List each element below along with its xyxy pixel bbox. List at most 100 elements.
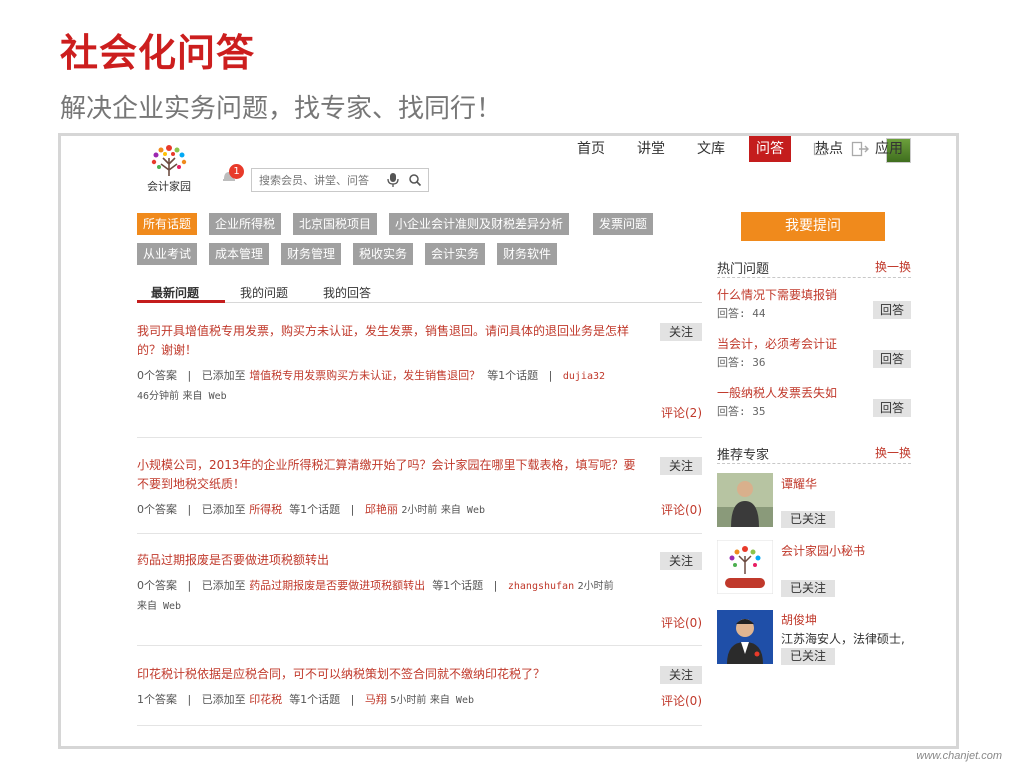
- notification-badge: 1: [229, 164, 244, 179]
- experts-heading: 推荐专家 换一换: [717, 444, 911, 463]
- followed-button[interactable]: 已关注: [781, 648, 835, 665]
- user-link[interactable]: zhangshufan: [508, 581, 574, 592]
- search-box: [251, 168, 429, 192]
- question-divider: [137, 533, 702, 534]
- expert-avatar[interactable]: [717, 473, 773, 527]
- question-meta: 0个答案 | 已添加至 药品过期报废是否要做进项税额转出 等1个话题 | zha…: [137, 579, 614, 612]
- hot-questions-heading: 热门问题 换一换: [717, 258, 911, 277]
- answer-count[interactable]: 0个答案: [137, 369, 177, 382]
- question-title[interactable]: 印花税计税依据是应税合同，可不可以纳税策划不签合同就不缴纳印花税了？: [137, 665, 642, 684]
- topic-link[interactable]: 药品过期报废是否要做进项税额转出: [249, 579, 425, 592]
- answer-button[interactable]: 回答: [873, 350, 911, 368]
- post-time: 2小时前: [577, 581, 614, 592]
- answer-button[interactable]: 回答: [873, 301, 911, 319]
- tag-financial-management[interactable]: 财务管理: [281, 243, 342, 265]
- hot-answer-count: 回答: 35: [717, 405, 766, 418]
- hot-questions-title: 热门问题: [717, 262, 770, 277]
- question-title[interactable]: 小规模公司，2013年的企业所得税汇算清缴开始了吗？会计家园在哪里下载表格，填写…: [137, 456, 642, 494]
- added-to-label: 已添加至: [201, 579, 246, 592]
- tag-qualification-exam[interactable]: 从业考试: [137, 243, 198, 265]
- post-source: 来自 Web: [137, 601, 182, 612]
- tag-corporate-income-tax[interactable]: 企业所得税: [209, 213, 282, 235]
- question-item: 小规模公司，2013年的企业所得税汇算清缴开始了吗？会计家园在哪里下载表格，填写…: [137, 456, 702, 520]
- expert-description: 江苏海安人，法律硕士,: [781, 632, 905, 646]
- search-icon[interactable]: [408, 173, 422, 187]
- hot-question-link[interactable]: 什么情况下需要填报销: [717, 286, 837, 303]
- follow-button[interactable]: 关注: [660, 323, 702, 341]
- comment-link[interactable]: 评论(2): [661, 404, 702, 421]
- comment-link[interactable]: 评论(0): [661, 614, 702, 631]
- section-divider: [717, 277, 911, 278]
- user-link[interactable]: dujia32: [563, 371, 605, 382]
- tag-tax-practice[interactable]: 税收实务: [353, 243, 414, 265]
- topic-link[interactable]: 所得税: [249, 503, 282, 516]
- slide-subtitle: 解决企业实务问题，找专家、找同行！: [60, 94, 503, 124]
- post-source: 来自 Web: [429, 695, 474, 706]
- answer-count[interactable]: 1个答案: [137, 693, 177, 706]
- expert-avatar[interactable]: [717, 540, 773, 594]
- hot-question-link[interactable]: 当会计，必须考会计证: [717, 335, 837, 352]
- nav-qa[interactable]: 问答: [749, 136, 791, 162]
- question-item: 我司开具增值税专用发票，购买方未认证，发生发票，销售退回。请问具体的退回业务是怎…: [137, 322, 702, 420]
- tag-small-business-standards[interactable]: 小企业会计准则及财税差异分析: [389, 213, 570, 235]
- post-time: 5小时前: [390, 695, 427, 706]
- hot-answer-count: 回答: 36: [717, 356, 766, 369]
- tag-finance-software[interactable]: 财务软件: [497, 243, 558, 265]
- comment-link[interactable]: 评论(0): [661, 692, 702, 709]
- question-meta: 1个答案 | 已添加至 印花税 等1个话题 | 马翔 5小时前 来自 Web: [137, 693, 474, 706]
- question-title[interactable]: 药品过期报废是否要做进项税额转出: [137, 551, 642, 570]
- topic-count: 等1个话题: [487, 369, 539, 382]
- topic-link[interactable]: 增值税专用发票购买方未认证，发生销售退回？: [249, 369, 480, 382]
- post-time: 46分钟前: [137, 391, 180, 402]
- slide-title: 社会化问答: [60, 31, 256, 75]
- tag-accounting-practice[interactable]: 会计实务: [425, 243, 486, 265]
- added-to-label: 已添加至: [201, 693, 246, 706]
- logo-text: 会计家园: [147, 180, 191, 193]
- nav-home[interactable]: 首页: [573, 136, 609, 162]
- microphone-icon[interactable]: [386, 172, 400, 188]
- expert-name[interactable]: 谭耀华: [781, 475, 817, 492]
- answer-count[interactable]: 0个答案: [137, 579, 177, 592]
- hot-answer-count: 回答: 44: [717, 307, 766, 320]
- question-meta: 0个答案 | 已添加至 增值税专用发票购买方未认证，发生销售退回？ 等1个话题 …: [137, 369, 606, 402]
- topic-count: 等1个话题: [289, 693, 341, 706]
- footer-url: www.chanjet.com: [916, 750, 1002, 762]
- tag-invoice-issues[interactable]: 发票问题: [593, 213, 654, 235]
- tag-all-topics[interactable]: 所有话题: [137, 213, 198, 235]
- tag-beijing-national-tax[interactable]: 北京国税项目: [293, 213, 378, 235]
- tag-cost-management[interactable]: 成本管理: [209, 243, 270, 265]
- user-link[interactable]: 马翔: [365, 693, 387, 706]
- topic-link[interactable]: 印花税: [249, 693, 282, 706]
- tab-latest-questions[interactable]: 最新问题: [151, 284, 199, 301]
- nav-lectures[interactable]: 讲堂: [633, 136, 669, 162]
- post-source: 来自 Web: [182, 391, 227, 402]
- question-title[interactable]: 我司开具增值税专用发票，购买方未认证，发生发票，销售退回。请问具体的退回业务是怎…: [137, 322, 642, 360]
- follow-button[interactable]: 关注: [660, 552, 702, 570]
- expert-name[interactable]: 会计家园小秘书: [781, 542, 865, 559]
- nav-apps[interactable]: 应用: [871, 136, 907, 162]
- tab-my-questions[interactable]: 我的问题: [240, 284, 288, 301]
- post-time: 2小时前: [401, 505, 438, 516]
- ask-question-button[interactable]: 我要提问: [741, 212, 885, 241]
- expert-avatar[interactable]: [717, 610, 773, 664]
- experts-refresh-link[interactable]: 换一换: [875, 444, 911, 461]
- answer-count[interactable]: 0个答案: [137, 503, 177, 516]
- expert-name[interactable]: 胡俊坤: [781, 611, 817, 628]
- question-meta: 0个答案 | 已添加至 所得税 等1个话题 | 邱艳丽 2小时前 来自 Web: [137, 503, 485, 516]
- answer-button[interactable]: 回答: [873, 399, 911, 417]
- user-link[interactable]: 邱艳丽: [365, 503, 398, 516]
- follow-button[interactable]: 关注: [660, 457, 702, 475]
- followed-button[interactable]: 已关注: [781, 511, 835, 528]
- hot-question-link[interactable]: 一般纳税人发票丢失如: [717, 384, 837, 401]
- nav-hot[interactable]: 热点: [811, 136, 847, 162]
- search-input[interactable]: [252, 169, 392, 191]
- section-divider: [717, 463, 911, 464]
- logout-icon[interactable]: [851, 141, 869, 157]
- tab-my-answers[interactable]: 我的回答: [323, 284, 371, 301]
- followed-button[interactable]: 已关注: [781, 580, 835, 597]
- nav-library[interactable]: 文库: [693, 136, 729, 162]
- hot-refresh-link[interactable]: 换一换: [875, 258, 911, 275]
- comment-link[interactable]: 评论(0): [661, 501, 702, 518]
- follow-button[interactable]: 关注: [660, 666, 702, 684]
- question-divider: [137, 725, 702, 726]
